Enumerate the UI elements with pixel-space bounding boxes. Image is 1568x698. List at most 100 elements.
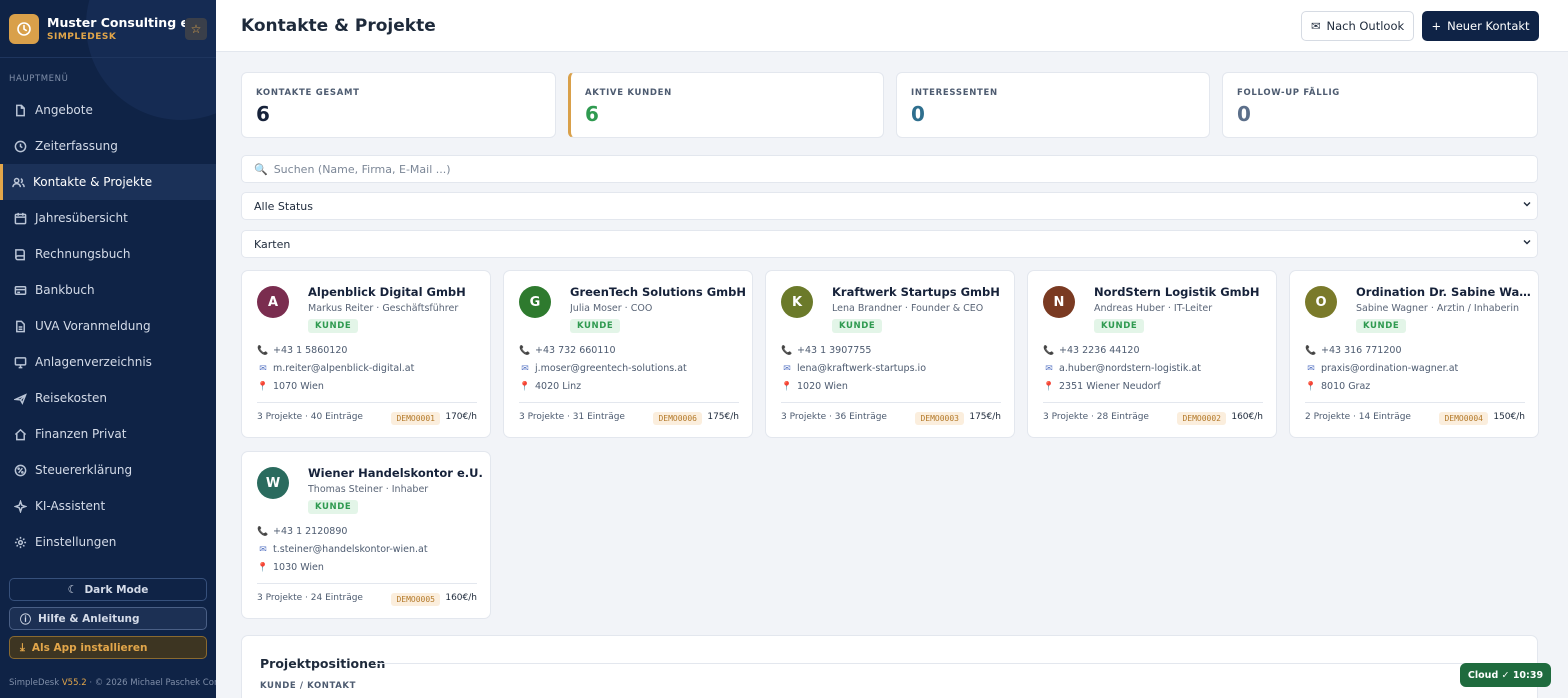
contact-card[interactable]: A Alpenblick Digital GmbH Markus Reiter … bbox=[241, 270, 491, 438]
field-label: KUNDE / KONTAKT bbox=[260, 681, 356, 691]
phone-line[interactable]: 📞 +43 1 2120890 bbox=[257, 526, 347, 537]
status-badge: KUNDE bbox=[570, 319, 621, 333]
search-placeholder: Suchen (Name, Firma, E-Mail ...) bbox=[273, 162, 451, 176]
phone-icon: 📞 bbox=[781, 345, 793, 356]
sidebar-item-zeiterfassung[interactable]: Zeiterfassung bbox=[0, 128, 216, 164]
gear-icon bbox=[14, 536, 27, 548]
search-icon: 🔍 bbox=[254, 162, 268, 176]
new-contact-button[interactable]: + Neuer Kontakt bbox=[1422, 11, 1539, 41]
clock-logo-icon bbox=[9, 13, 39, 44]
location-line: 📍 2351 Wiener Neudorf bbox=[1043, 381, 1161, 392]
email: t.steiner@handelskontor-wien.at bbox=[273, 544, 428, 555]
customer-code: DEMO0004 bbox=[1439, 412, 1488, 425]
phone-line[interactable]: 📞 +43 732 660110 bbox=[519, 345, 615, 356]
export-outlook-button[interactable]: ✉ Nach Outlook bbox=[1301, 11, 1414, 41]
email: m.reiter@alpenblick-digital.at bbox=[273, 363, 415, 374]
sidebar-item-angebote[interactable]: Angebote bbox=[0, 92, 216, 128]
percent-icon bbox=[14, 464, 27, 476]
dark-mode-button[interactable]: ☾ Dark Mode bbox=[9, 578, 207, 601]
stat-total-contacts: KONTAKTE GESAMT 6 bbox=[241, 72, 556, 138]
sidebar-item-jahresuebersicht[interactable]: Jahresübersicht bbox=[0, 200, 216, 236]
view-select[interactable]: Karten bbox=[241, 230, 1538, 258]
phone-icon: 📞 bbox=[519, 345, 531, 356]
status-badge: KUNDE bbox=[832, 319, 883, 333]
sidebar-item-einstellungen[interactable]: Einstellungen bbox=[0, 524, 216, 560]
contact-card[interactable]: K Kraftwerk Startups GmbH Lena Brandner … bbox=[765, 270, 1015, 438]
mail-icon: ✉ bbox=[259, 544, 267, 555]
stat-label: INTERESSENTEN bbox=[911, 88, 998, 98]
email-line[interactable]: ✉ t.steiner@handelskontor-wien.at bbox=[257, 544, 428, 555]
phone-line[interactable]: 📞 +43 1 3907755 bbox=[781, 345, 871, 356]
cloud-sync-badge[interactable]: Cloud ✓ 10:39 bbox=[1460, 663, 1551, 687]
monitor-icon bbox=[14, 356, 27, 368]
sidebar-footer: SimpleDesk V55.2 · © 2026 Michael Pasche… bbox=[9, 678, 216, 688]
install-app-button[interactable]: ⤓ Als App installieren bbox=[9, 636, 207, 659]
avatar: K bbox=[781, 286, 813, 318]
phone-line[interactable]: 📞 +43 2236 44120 bbox=[1043, 345, 1139, 356]
sidebar-item-label: KI-Assistent bbox=[35, 499, 106, 513]
menu-heading: HAUPTMENÜ bbox=[9, 74, 69, 84]
sidebar-item-kontakte[interactable]: Kontakte & Projekte bbox=[0, 164, 216, 200]
stat-label: AKTIVE KUNDEN bbox=[585, 88, 672, 98]
email-line[interactable]: ✉ m.reiter@alpenblick-digital.at bbox=[257, 363, 414, 374]
location-line: 📍 1020 Wien bbox=[781, 381, 848, 392]
sidebar-item-label: UVA Voranmeldung bbox=[35, 319, 151, 333]
help-button[interactable]: ⓘ Hilfe & Anleitung bbox=[9, 607, 207, 630]
status-select-value: Alle Status bbox=[254, 199, 313, 213]
contact-person: Lena Brandner · Founder & CEO bbox=[832, 303, 984, 314]
customer-code: DEMO0002 bbox=[1177, 412, 1226, 425]
hourly-rate: 175€/h bbox=[707, 412, 739, 422]
dark-mode-label: Dark Mode bbox=[84, 583, 149, 596]
contact-card[interactable]: N NordStern Logistik GmbH Andreas Huber … bbox=[1027, 270, 1277, 438]
view-select-value: Karten bbox=[254, 237, 291, 251]
city: 1030 Wien bbox=[273, 562, 324, 573]
pin-icon: 📍 bbox=[257, 562, 269, 573]
pin-icon: 📍 bbox=[1043, 381, 1055, 392]
book-icon bbox=[15, 248, 25, 260]
email-line[interactable]: ✉ praxis@ordination-wagner.at bbox=[1305, 363, 1458, 374]
sidebar-item-bankbuch[interactable]: Bankbuch bbox=[0, 272, 216, 308]
brand-name: Muster Consulting e.U bbox=[47, 15, 185, 30]
sidebar-item-label: Angebote bbox=[35, 103, 93, 117]
city: 1020 Wien bbox=[797, 381, 848, 392]
email-line[interactable]: ✉ j.moser@greentech-solutions.at bbox=[519, 363, 687, 374]
sidebar-item-steuererklaerung[interactable]: Steuererklärung bbox=[0, 452, 216, 488]
brand-subtitle: SIMPLEDESK bbox=[47, 32, 117, 42]
users-icon bbox=[12, 177, 25, 187]
sidebar-item-uva[interactable]: UVA Voranmeldung bbox=[0, 308, 216, 344]
contact-card[interactable]: W Wiener Handelskontor e.U. Thomas Stein… bbox=[241, 451, 491, 619]
location-line: 📍 1070 Wien bbox=[257, 381, 324, 392]
chevron-down-icon bbox=[1523, 202, 1531, 207]
contact-card[interactable]: O Ordination Dr. Sabine Wagner Sabine Wa… bbox=[1289, 270, 1539, 438]
sidebar-item-anlagen[interactable]: Anlagenverzeichnis bbox=[0, 344, 216, 380]
pin-icon: 📍 bbox=[781, 381, 793, 392]
status-badge: KUNDE bbox=[308, 319, 359, 333]
sidebar-item-rechnungsbuch[interactable]: Rechnungsbuch bbox=[0, 236, 216, 272]
avatar: O bbox=[1305, 286, 1337, 318]
status-select[interactable]: Alle Status bbox=[241, 192, 1538, 220]
stat-value: 6 bbox=[256, 102, 270, 126]
search-input[interactable]: 🔍 Suchen (Name, Firma, E-Mail ...) bbox=[241, 155, 1538, 183]
sidebar-item-label: Einstellungen bbox=[35, 535, 117, 549]
sidebar-item-label: Finanzen Privat bbox=[35, 427, 127, 441]
footer-version: V55.2 bbox=[61, 678, 87, 688]
email-line[interactable]: ✉ a.huber@nordstern-logistik.at bbox=[1043, 363, 1201, 374]
phone-line[interactable]: 📞 +43 316 771200 bbox=[1305, 345, 1401, 356]
sidebar-item-reisekosten[interactable]: Reisekosten bbox=[0, 380, 216, 416]
star-icon[interactable]: ☆ bbox=[185, 17, 207, 40]
phone-line[interactable]: 📞 +43 1 5860120 bbox=[257, 345, 347, 356]
city: 2351 Wiener Neudorf bbox=[1059, 381, 1161, 392]
location-line: 📍 4020 Linz bbox=[519, 381, 581, 392]
mail-icon: ✉ bbox=[521, 363, 529, 374]
contact-card[interactable]: G GreenTech Solutions GmbH Julia Moser ·… bbox=[503, 270, 753, 438]
sidebar-item-finanzen-privat[interactable]: Finanzen Privat bbox=[0, 416, 216, 452]
page-title: Kontakte & Projekte bbox=[241, 16, 436, 36]
city: 4020 Linz bbox=[535, 381, 582, 392]
phone-icon: 📞 bbox=[257, 345, 269, 356]
email-line[interactable]: ✉ lena@kraftwerk-startups.io bbox=[781, 363, 926, 374]
pin-icon: 📍 bbox=[1305, 381, 1317, 392]
sidebar-item-ki-assistent[interactable]: KI-Assistent bbox=[0, 488, 216, 524]
stat-value: 0 bbox=[911, 102, 925, 126]
sidebar-item-label: Anlagenverzeichnis bbox=[35, 355, 152, 369]
email: j.moser@greentech-solutions.at bbox=[535, 363, 687, 374]
